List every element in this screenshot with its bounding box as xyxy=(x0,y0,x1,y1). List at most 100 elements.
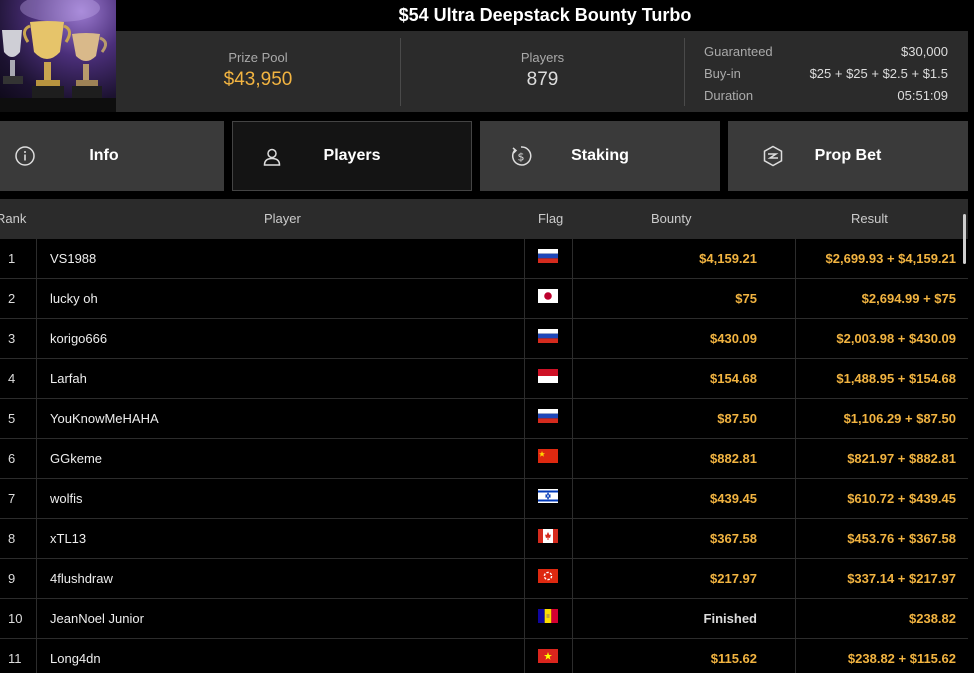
rank-cell: 3 xyxy=(0,319,37,358)
tournament-stats-panel: Prize Pool $43,950 Players 879 Guarantee… xyxy=(116,31,968,112)
player-name-cell[interactable]: 4flushdraw xyxy=(38,559,525,598)
bounty-cell: $115.62 xyxy=(574,639,796,673)
player-header[interactable]: Player xyxy=(264,199,301,239)
bounty-cell: $439.45 xyxy=(574,479,796,518)
buyin-value: $25 + $25 + $2.5 + $1.5 xyxy=(809,66,948,81)
table-row[interactable]: 8 xTL13 $367.58 $453.76 + $367.58 xyxy=(0,519,968,559)
result-cell: $821.97 + $882.81 xyxy=(847,451,956,466)
player-name-cell[interactable]: lucky oh xyxy=(38,279,525,318)
player-name-cell[interactable]: wolfis xyxy=(38,479,525,518)
result-cell: $2,699.93 + $4,159.21 xyxy=(825,251,956,266)
players-stat: Players 879 xyxy=(401,31,684,112)
flag-cell xyxy=(526,599,573,638)
prize-pool-value: $43,950 xyxy=(223,69,293,90)
result-cell: $610.72 + $439.45 xyxy=(847,491,956,506)
player-name-cell[interactable]: YouKnowMeHAHA xyxy=(38,399,525,438)
flag-header[interactable]: Flag xyxy=(538,199,563,239)
guaranteed-value: $30,000 xyxy=(901,44,948,59)
player-name-cell[interactable]: JeanNoel Junior xyxy=(38,599,525,638)
result-header[interactable]: Result xyxy=(851,199,888,239)
flag-cell xyxy=(526,279,573,318)
flag-cell xyxy=(526,399,573,438)
table-row[interactable]: 11 Long4dn $115.62 $238.82 + $115.62 xyxy=(0,639,968,673)
prize-pool-label: Prize Pool xyxy=(228,50,288,65)
japan-flag-icon xyxy=(538,289,558,303)
player-name-cell[interactable]: GGkeme xyxy=(38,439,525,478)
andorra-flag-icon xyxy=(538,609,558,623)
user-icon xyxy=(263,148,281,166)
players-label: Players xyxy=(520,50,565,65)
guaranteed-row: Guaranteed $30,000 xyxy=(704,41,948,63)
tournament-title: $54 Ultra Deepstack Bounty Turbo xyxy=(398,5,692,25)
player-name-cell[interactable]: korigo666 xyxy=(38,319,525,358)
player-name-cell[interactable]: Larfah xyxy=(38,359,525,398)
flag-cell xyxy=(526,239,573,278)
bounty-cell: Finished xyxy=(574,599,796,638)
tab-staking[interactable]: $ Staking xyxy=(480,121,720,191)
indonesia-flag-icon xyxy=(538,369,558,383)
hong-kong-flag-icon xyxy=(538,569,558,583)
rank-cell: 8 xyxy=(0,519,37,558)
table-row[interactable]: 6 GGkeme $882.81 $821.97 + $882.81 xyxy=(0,439,968,479)
result-cell: $2,003.98 + $430.09 xyxy=(836,331,956,346)
info-icon xyxy=(15,146,35,166)
vietnam-flag-icon xyxy=(538,649,558,663)
russia-flag-icon xyxy=(538,329,558,343)
prop-bet-icon xyxy=(763,145,783,167)
rank-header[interactable]: Rank xyxy=(0,199,26,239)
flag-cell xyxy=(526,359,573,398)
table-row[interactable]: 3 korigo666 $430.09 $2,003.98 + $430.09 xyxy=(0,319,968,359)
player-name-cell[interactable]: VS1988 xyxy=(38,239,525,278)
canada-flag-icon xyxy=(538,529,558,543)
bounty-header[interactable]: Bounty xyxy=(651,199,691,239)
tab-players[interactable]: Players xyxy=(232,121,472,191)
tab-info[interactable]: Info xyxy=(0,121,224,191)
result-cell: $1,106.29 + $87.50 xyxy=(843,411,956,426)
buyin-row: Buy-in $25 + $25 + $2.5 + $1.5 xyxy=(704,63,948,85)
russia-flag-icon xyxy=(538,409,558,423)
table-row[interactable]: 10 JeanNoel Junior Finished $238.82 xyxy=(0,599,968,639)
bounty-cell: $367.58 xyxy=(574,519,796,558)
player-name-cell[interactable]: Long4dn xyxy=(38,639,525,673)
rank-cell: 10 xyxy=(0,599,37,638)
flag-cell xyxy=(526,559,573,598)
players-value: 879 xyxy=(526,69,559,90)
player-name-cell[interactable]: xTL13 xyxy=(38,519,525,558)
scrollbar[interactable] xyxy=(963,214,966,264)
result-cell: $337.14 + $217.97 xyxy=(847,571,956,586)
table-row[interactable]: 7 wolfis $439.45 $610.72 + $439.45 xyxy=(0,479,968,519)
result-cell: $453.76 + $367.58 xyxy=(847,531,956,546)
table-row[interactable]: 4 Larfah $154.68 $1,488.95 + $154.68 xyxy=(0,359,968,399)
tab-prop-bet[interactable]: Prop Bet xyxy=(728,121,968,191)
duration-label: Duration xyxy=(704,88,754,103)
rank-cell: 11 xyxy=(0,639,37,673)
duration-row: Duration 05:51:09 xyxy=(704,85,948,107)
bounty-cell: $4,159.21 xyxy=(574,239,796,278)
tournament-thumbnail xyxy=(0,0,116,112)
rank-cell: 1 xyxy=(0,239,37,278)
bounty-cell: $75 xyxy=(574,279,796,318)
israel-flag-icon xyxy=(538,489,558,503)
tournament-details: Guaranteed $30,000 Buy-in $25 + $25 + $2… xyxy=(704,41,948,107)
flag-cell xyxy=(526,439,573,478)
rank-cell: 9 xyxy=(0,559,37,598)
trophy-icon xyxy=(0,0,116,112)
players-table-body: 1 VS1988 $4,159.21 $2,699.93 + $4,159.21 2 lu… xyxy=(0,239,968,673)
buyin-label: Buy-in xyxy=(704,66,741,81)
flag-cell xyxy=(526,519,573,558)
table-row[interactable]: 9 4flushdraw $217.97 $337.14 + $217.97 xyxy=(0,559,968,599)
result-cell: $2,694.99 + $75 xyxy=(861,291,956,306)
table-row[interactable]: 5 YouKnowMeHAHA $87.50 $1,106.29 + $87.50 xyxy=(0,399,968,439)
bounty-cell: $882.81 xyxy=(574,439,796,478)
svg-text:$: $ xyxy=(518,151,525,164)
dollar-coin-icon: $ xyxy=(512,146,532,166)
rank-cell: 2 xyxy=(0,279,37,318)
table-row[interactable]: 2 lucky oh $75 $2,694.99 + $75 xyxy=(0,279,968,319)
rank-cell: 4 xyxy=(0,359,37,398)
china-flag-icon xyxy=(538,449,558,463)
rank-cell: 6 xyxy=(0,439,37,478)
result-cell: $1,488.95 + $154.68 xyxy=(836,371,956,386)
bounty-cell: $154.68 xyxy=(574,359,796,398)
stats-divider xyxy=(684,38,685,106)
table-row[interactable]: 1 VS1988 $4,159.21 $2,699.93 + $4,159.21 xyxy=(0,239,968,279)
